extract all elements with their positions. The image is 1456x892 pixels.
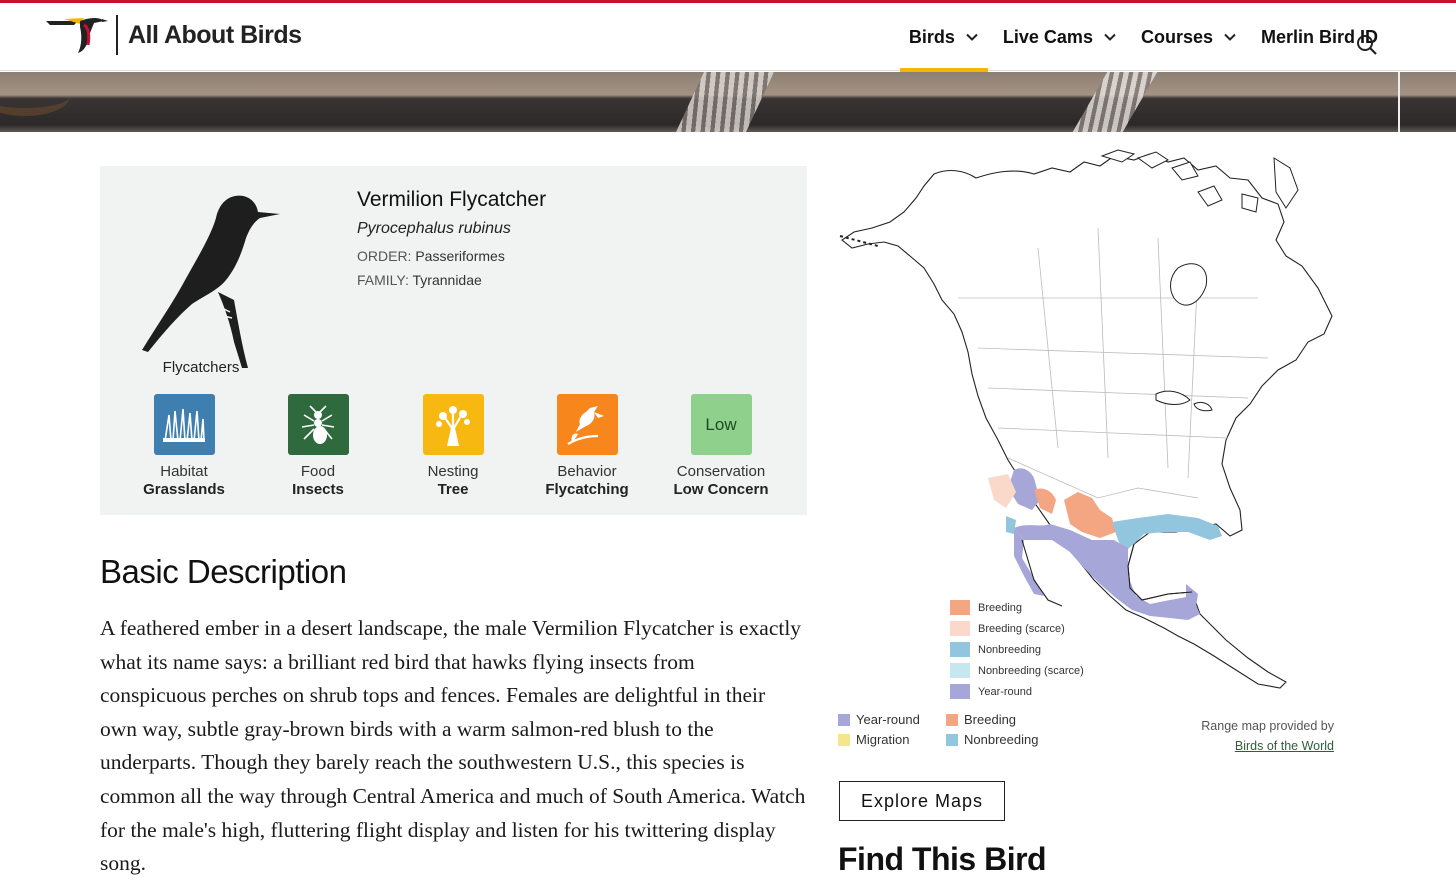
site-header: All About Birds Birds Live Cams Courses …	[0, 3, 1456, 72]
legend-swatch	[950, 684, 970, 699]
legend-label: Breeding	[978, 601, 1023, 614]
stat-nesting-label: Nesting	[427, 463, 479, 480]
species-scientific-name: Pyrocephalus rubinus	[357, 220, 511, 237]
chevron-down-icon	[966, 33, 978, 41]
chevron-down-icon	[1224, 33, 1236, 41]
key-label: Migration	[856, 732, 910, 747]
legend-label: Breeding (scarce)	[978, 622, 1065, 635]
taxon-family: FAMILY: Tyrannidae	[357, 272, 482, 288]
legend-swatch	[950, 600, 970, 615]
hero-branch	[676, 72, 774, 132]
legend-year-round: Year-round	[950, 681, 1084, 702]
logo-divider	[116, 15, 118, 55]
legend-label: Nonbreeding (scarce)	[978, 664, 1084, 677]
stat-behavior[interactable]: Behavior Flycatching	[520, 394, 654, 498]
stat-habitat[interactable]: Habitat Grasslands	[117, 394, 251, 498]
habitat-tile	[153, 394, 215, 455]
key-swatch	[946, 733, 958, 746]
food-tile	[287, 394, 349, 455]
legend-label: Nonbreeding	[978, 643, 1041, 656]
site-name: All About Birds	[128, 20, 302, 49]
grass-icon	[163, 408, 205, 442]
stat-food-value: Insects	[292, 481, 344, 498]
taxon-family-key: FAMILY:	[357, 272, 409, 288]
find-this-bird-heading: Find This Bird	[838, 841, 1047, 877]
stat-conservation-value: Low Concern	[673, 481, 769, 498]
stat-nesting[interactable]: Nesting Tree	[386, 394, 520, 498]
stat-behavior-label: Behavior	[557, 463, 617, 480]
nav-courses-label: Courses	[1140, 26, 1213, 47]
birds-of-the-world-link[interactable]: Birds of the World	[1235, 739, 1334, 753]
bird-group-label[interactable]: Flycatchers	[140, 359, 262, 376]
hero-branch	[1072, 72, 1158, 132]
basic-description-heading: Basic Description	[100, 553, 347, 590]
explore-maps-button[interactable]: Explore Maps	[839, 781, 1005, 821]
range-map[interactable]	[838, 148, 1338, 696]
key-swatch	[838, 733, 850, 746]
bird-logo-icon	[46, 18, 108, 53]
chevron-down-icon	[1104, 33, 1116, 41]
behavior-tile	[556, 394, 618, 455]
legend-nonbreeding: Nonbreeding	[950, 639, 1084, 660]
stat-nesting-value: Tree	[437, 481, 469, 498]
stat-conservation-label: Conservation	[676, 463, 766, 480]
key-label: Breeding	[964, 712, 1017, 727]
nav-birds-label: Birds	[908, 26, 955, 47]
legend-nonbreeding-scarce: Nonbreeding (scarce)	[950, 660, 1084, 681]
key-migration: Migration	[838, 732, 909, 747]
taxon-order: ORDER: Passeriformes	[357, 248, 505, 264]
taxon-family-value: Tyrannidae	[412, 272, 482, 288]
legend-swatch	[950, 663, 970, 678]
basic-description-text: A feathered ember in a desert landscape,…	[100, 616, 806, 876]
key-year-round: Year-round	[838, 712, 920, 727]
legend-breeding-scarce: Breeding (scarce)	[950, 618, 1084, 639]
conservation-badge: Low	[690, 394, 752, 455]
taxon-order-value: Passeriformes	[415, 248, 505, 264]
species-info-card: Flycatchers Vermilion Flycatcher Pyrocep…	[100, 166, 807, 515]
insect-icon	[301, 404, 335, 444]
nav-live-cams[interactable]: Live Cams	[1003, 3, 1117, 71]
hero-decoration	[0, 76, 70, 116]
range-map-legend: Breeding Breeding (scarce) Nonbreeding N…	[950, 597, 1084, 702]
key-swatch	[838, 713, 850, 726]
stat-food[interactable]: Food Insects	[251, 394, 385, 498]
nesting-tile	[422, 394, 484, 455]
map-credit-text: Range map provided by	[1201, 719, 1334, 733]
map-credit: Range map provided by Birds of the World	[1201, 716, 1334, 756]
key-breeding: Breeding	[946, 712, 1016, 727]
key-label: Year-round	[856, 712, 920, 727]
stat-habitat-label: Habitat	[160, 463, 208, 480]
stat-habitat-value: Grasslands	[143, 481, 225, 498]
tree-icon	[436, 405, 470, 446]
nav-birds[interactable]: Birds	[899, 3, 988, 72]
main-nav: Birds Live Cams Courses Merlin Bird ID	[885, 3, 1378, 72]
key-nonbreeding: Nonbreeding	[946, 732, 1038, 747]
site-logo[interactable]: All About Birds	[44, 13, 302, 57]
legend-swatch	[950, 642, 970, 657]
hero-image-strip	[0, 72, 1456, 132]
nav-courses[interactable]: Courses	[1141, 3, 1237, 71]
nav-live-cams-label: Live Cams	[1002, 26, 1093, 47]
legend-breeding: Breeding	[950, 597, 1084, 618]
stat-food-label: Food	[300, 463, 336, 480]
hero-divider	[1398, 72, 1400, 132]
key-label: Nonbreeding	[964, 732, 1039, 747]
legend-label: Year-round	[978, 685, 1033, 698]
search-icon[interactable]	[1356, 34, 1378, 56]
stat-conservation[interactable]: Low Conservation Low Concern	[654, 394, 788, 498]
stat-behavior-value: Flycatching	[545, 481, 629, 498]
flycatcher-silhouette-icon	[142, 195, 280, 368]
key-swatch	[946, 713, 958, 726]
taxon-order-key: ORDER:	[357, 248, 412, 264]
species-stats: Habitat Grasslands Food Insects Nesting …	[100, 394, 807, 504]
legend-swatch	[950, 621, 970, 636]
flycatching-bird-icon	[567, 405, 604, 445]
species-common-name: Vermilion Flycatcher	[357, 188, 547, 211]
